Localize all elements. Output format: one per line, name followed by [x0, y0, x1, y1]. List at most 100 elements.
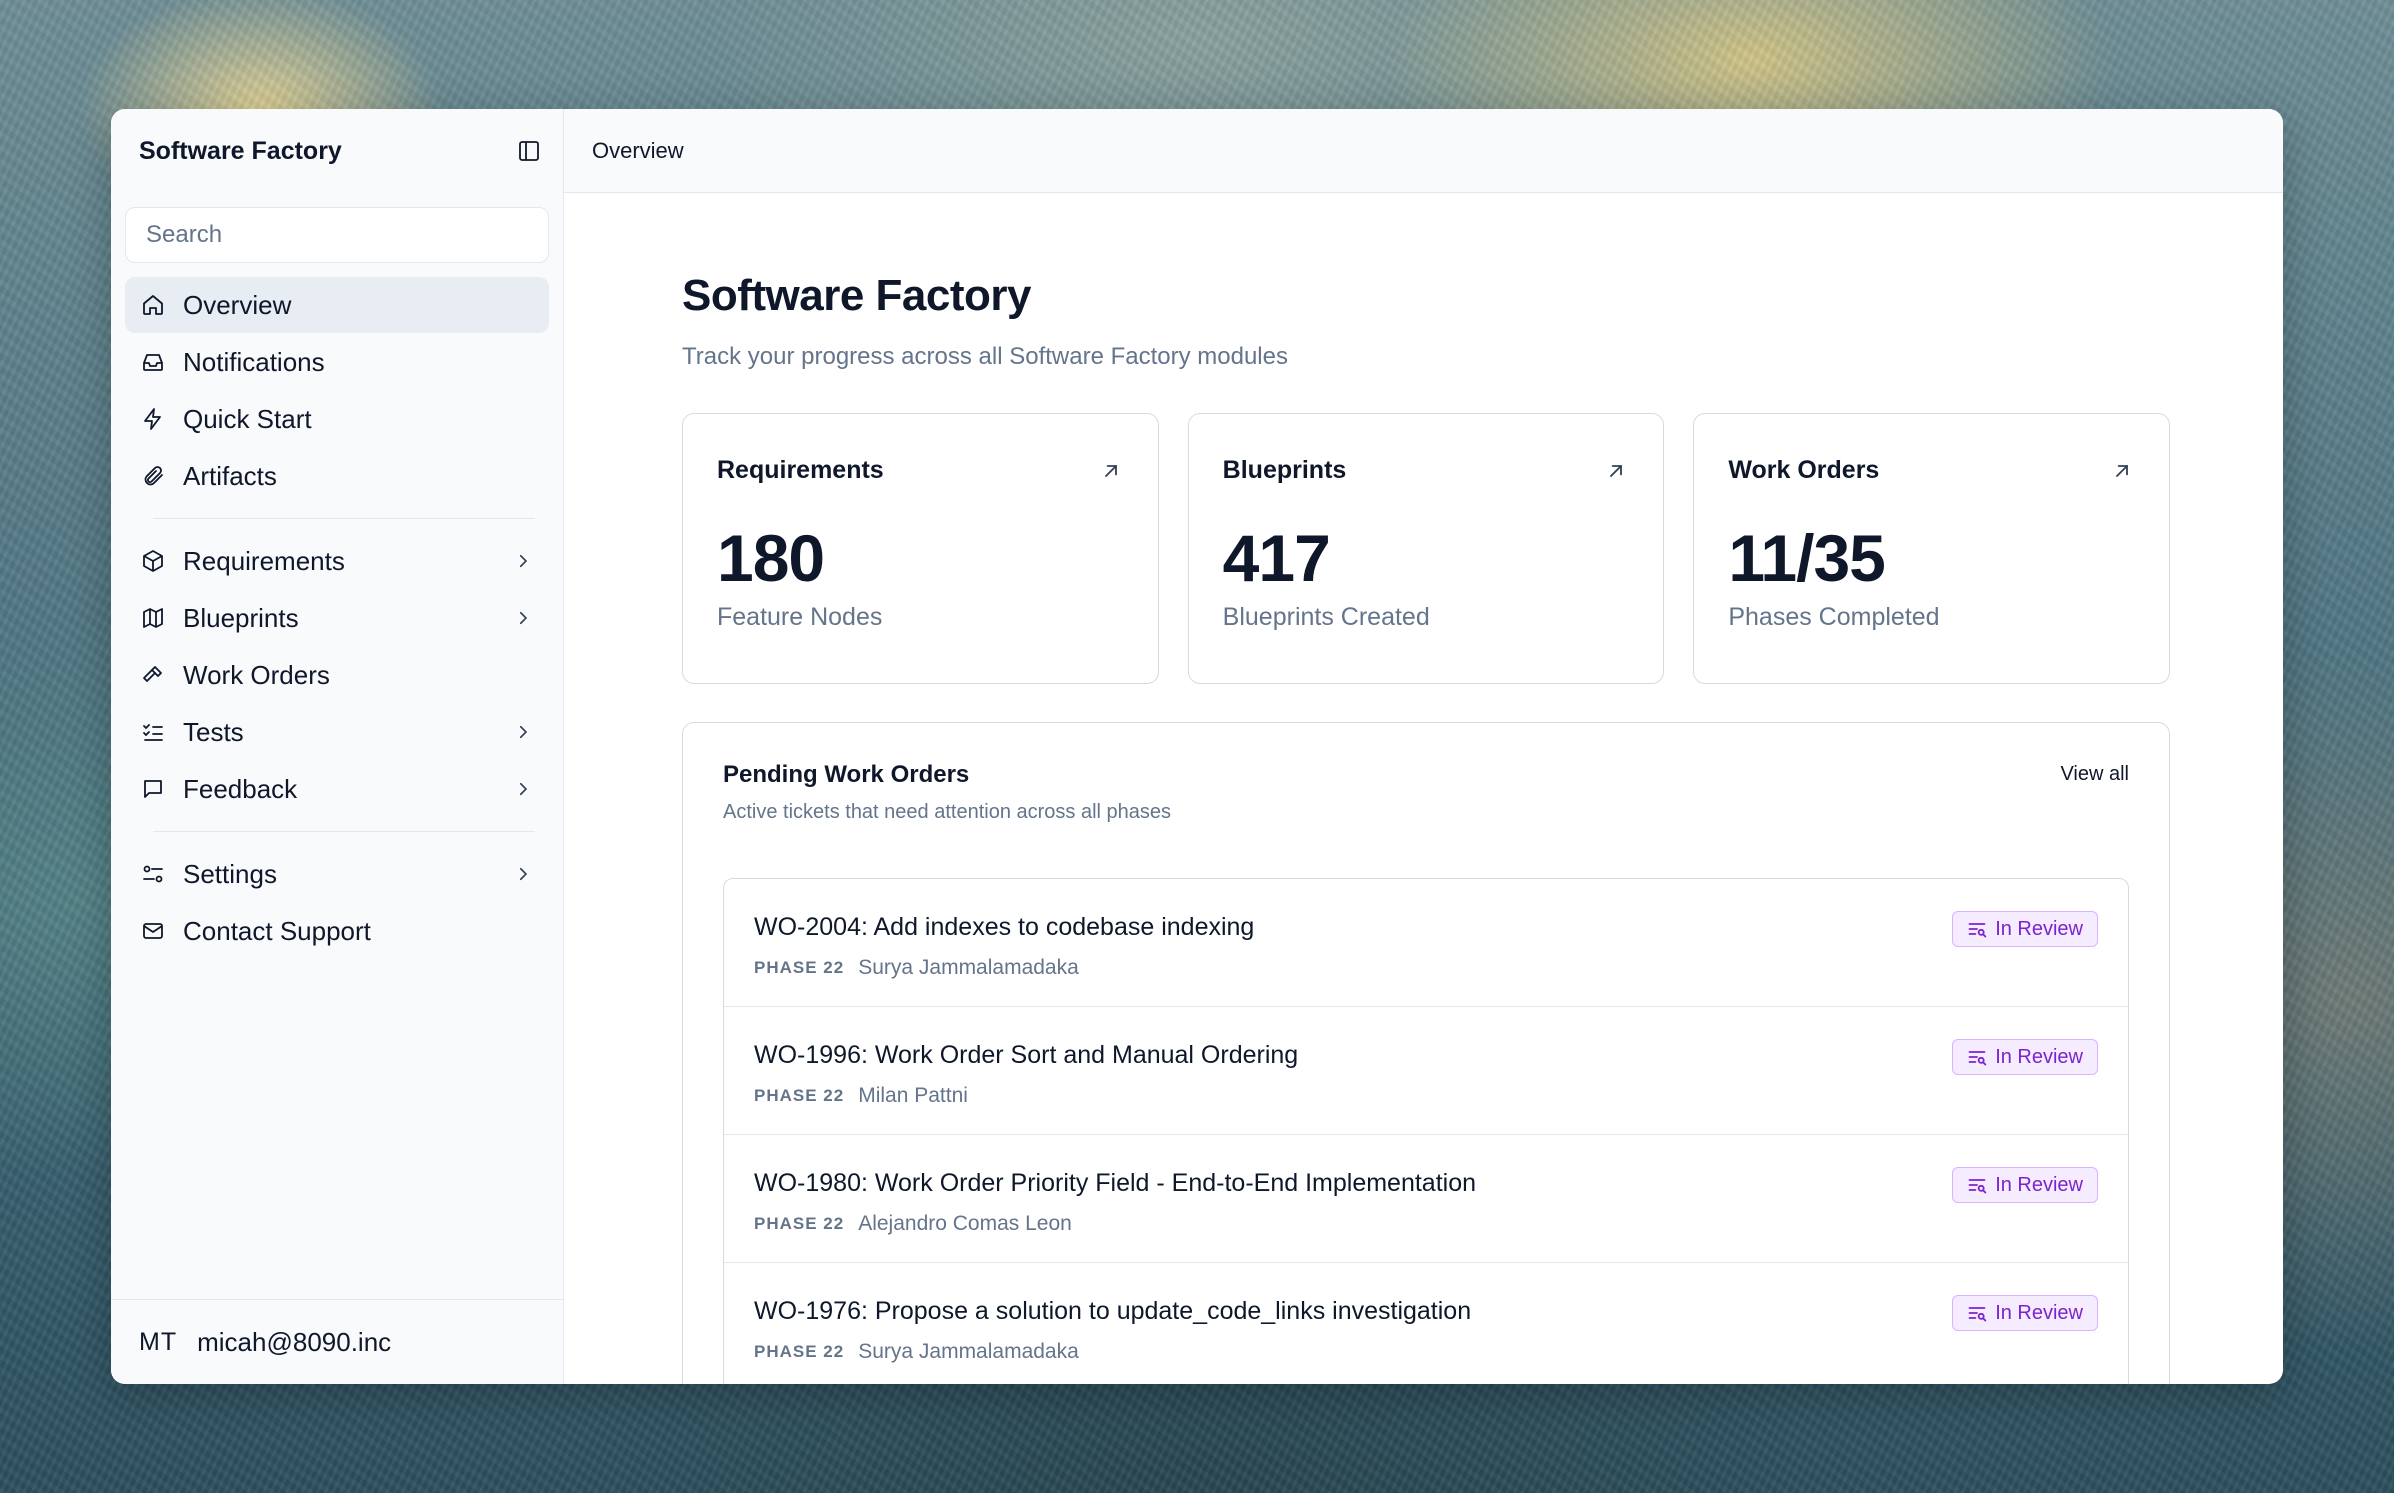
- stat-caption: Phases Completed: [1728, 603, 1940, 631]
- map-icon: [139, 604, 167, 632]
- nav-divider: [153, 831, 535, 832]
- review-list-icon: [1967, 1175, 1987, 1195]
- hammer-icon: [139, 661, 167, 689]
- search-container: [111, 207, 563, 263]
- work-order-list: WO-2004: Add indexes to codebase indexin…: [723, 878, 2129, 1384]
- sidebar-item-label: Overview: [183, 289, 292, 320]
- checklist-icon: [139, 718, 167, 746]
- mail-icon: [139, 917, 167, 945]
- work-order-row[interactable]: WO-2004: Add indexes to codebase indexin…: [724, 879, 2128, 1007]
- stat-card-work-orders[interactable]: Work Orders 11/35 Phases Completed: [1693, 413, 2171, 684]
- sidebar-item-label: Artifacts: [183, 460, 277, 491]
- status-badge-label: In Review: [1995, 1301, 2083, 1324]
- sidebar-item-tests[interactable]: Tests: [125, 704, 549, 760]
- work-order-title: WO-2004: Add indexes to codebase indexin…: [754, 913, 1255, 941]
- breadcrumb: Overview: [592, 137, 684, 163]
- assignee-name: Alejandro Comas Leon: [858, 1212, 1072, 1235]
- status-badge: In Review: [1952, 1167, 2098, 1203]
- chevron-right-icon: [511, 549, 535, 573]
- user-menu[interactable]: MT micah@8090.inc: [111, 1299, 563, 1384]
- sidebar-item-label: Settings: [183, 858, 277, 889]
- avatar: MT: [139, 1327, 178, 1356]
- sidebar-item-label: Work Orders: [183, 659, 330, 690]
- work-order-row[interactable]: WO-1980: Work Order Priority Field - End…: [724, 1135, 2128, 1263]
- sidebar-item-overview[interactable]: Overview: [125, 277, 549, 333]
- stat-caption: Feature Nodes: [717, 603, 883, 631]
- pending-title: Pending Work Orders: [723, 761, 970, 788]
- arrow-up-right-icon[interactable]: [1603, 458, 1629, 484]
- main-area: Overview Software Factory Track your pro…: [564, 109, 2283, 1384]
- stat-value: 180: [717, 521, 825, 595]
- work-order-row[interactable]: WO-1976: Propose a solution to update_co…: [724, 1263, 2128, 1384]
- sidebar-item-work-orders[interactable]: Work Orders: [125, 647, 549, 703]
- assignee-name: Surya Jammalamadaka: [858, 1340, 1079, 1363]
- sidebar-item-settings[interactable]: Settings: [125, 846, 549, 902]
- work-order-row[interactable]: WO-1996: Work Order Sort and Manual Orde…: [724, 1007, 2128, 1135]
- stat-caption: Blueprints Created: [1222, 603, 1430, 631]
- sidebar-header: Software Factory: [111, 109, 563, 193]
- stat-value: 11/35: [1728, 521, 1886, 595]
- status-badge: In Review: [1952, 911, 2098, 947]
- page-subtitle: Track your progress across all Software …: [682, 343, 1288, 370]
- sidebar-item-contact-support[interactable]: Contact Support: [125, 903, 549, 959]
- sidebar-item-label: Requirements: [183, 545, 345, 576]
- sidebar-item-notifications[interactable]: Notifications: [125, 334, 549, 390]
- sidebar-nav: Overview Notifications Quick Start Artif…: [111, 263, 563, 960]
- chevron-right-icon: [511, 777, 535, 801]
- sidebar-item-label: Contact Support: [183, 915, 371, 946]
- work-order-meta: PHASE 22 Surya Jammalamadaka: [754, 1340, 1471, 1364]
- work-order-title: WO-1976: Propose a solution to update_co…: [754, 1297, 1472, 1325]
- topbar: Overview: [564, 109, 2283, 193]
- stat-card-header: Requirements: [717, 456, 1124, 485]
- sidebar-item-label: Notifications: [183, 346, 325, 377]
- lightning-icon: [139, 405, 167, 433]
- sidebar-item-label: Feedback: [183, 773, 298, 804]
- user-email: micah@8090.inc: [197, 1326, 392, 1357]
- nav-divider: [153, 518, 535, 519]
- stat-card-header: Work Orders: [1728, 456, 2135, 485]
- status-badge-label: In Review: [1995, 1045, 2083, 1068]
- phase-label: PHASE 22: [754, 1214, 845, 1233]
- status-badge-label: In Review: [1995, 917, 2083, 940]
- status-badge: In Review: [1952, 1039, 2098, 1075]
- sidebar-toggle-icon[interactable]: [515, 137, 543, 165]
- sidebar-item-label: Blueprints: [183, 602, 299, 633]
- pending-header: Pending Work Orders Active tickets that …: [723, 761, 2129, 824]
- stats-row: Requirements 180 Feature Nodes Blueprint…: [682, 413, 2171, 684]
- work-order-meta: PHASE 22 Alejandro Comas Leon: [754, 1212, 1476, 1236]
- page-title: Software Factory: [682, 271, 1031, 320]
- phase-label: PHASE 22: [754, 1086, 845, 1105]
- stat-card-blueprints[interactable]: Blueprints 417 Blueprints Created: [1187, 413, 1665, 684]
- sidebar-item-feedback[interactable]: Feedback: [125, 761, 549, 817]
- stat-title: Blueprints: [1222, 456, 1347, 484]
- arrow-up-right-icon[interactable]: [1098, 458, 1124, 484]
- sidebar: Software Factory Overview Notifications: [111, 109, 564, 1384]
- status-badge-label: In Review: [1995, 1173, 2083, 1196]
- view-all-link[interactable]: View all: [2060, 763, 2129, 786]
- work-order-title: WO-1996: Work Order Sort and Manual Orde…: [754, 1041, 1299, 1069]
- chevron-right-icon: [511, 720, 535, 744]
- work-order-title: WO-1980: Work Order Priority Field - End…: [754, 1169, 1477, 1197]
- assignee-name: Surya Jammalamadaka: [858, 956, 1079, 979]
- assignee-name: Milan Pattni: [858, 1084, 968, 1107]
- paperclip-icon: [139, 462, 167, 490]
- pending-work-orders-card: Pending Work Orders Active tickets that …: [682, 722, 2170, 1384]
- review-list-icon: [1967, 1303, 1987, 1323]
- chevron-right-icon: [511, 862, 535, 886]
- sliders-icon: [139, 860, 167, 888]
- stat-value: 417: [1222, 521, 1331, 595]
- phase-label: PHASE 22: [754, 1342, 845, 1361]
- sidebar-item-blueprints[interactable]: Blueprints: [125, 590, 549, 646]
- sidebar-item-quick-start[interactable]: Quick Start: [125, 391, 549, 447]
- work-order-meta: PHASE 22 Surya Jammalamadaka: [754, 956, 1254, 980]
- sidebar-item-artifacts[interactable]: Artifacts: [125, 448, 549, 504]
- stat-card-requirements[interactable]: Requirements 180 Feature Nodes: [682, 413, 1159, 684]
- work-order-meta: PHASE 22 Milan Pattni: [754, 1084, 1298, 1108]
- sidebar-item-requirements[interactable]: Requirements: [125, 533, 549, 589]
- box-icon: [139, 547, 167, 575]
- status-badge: In Review: [1952, 1295, 2098, 1331]
- arrow-up-right-icon[interactable]: [2109, 458, 2135, 484]
- stat-title: Requirements: [717, 456, 884, 484]
- content: Software Factory Track your progress acr…: [564, 193, 2283, 1384]
- search-input[interactable]: [125, 207, 549, 263]
